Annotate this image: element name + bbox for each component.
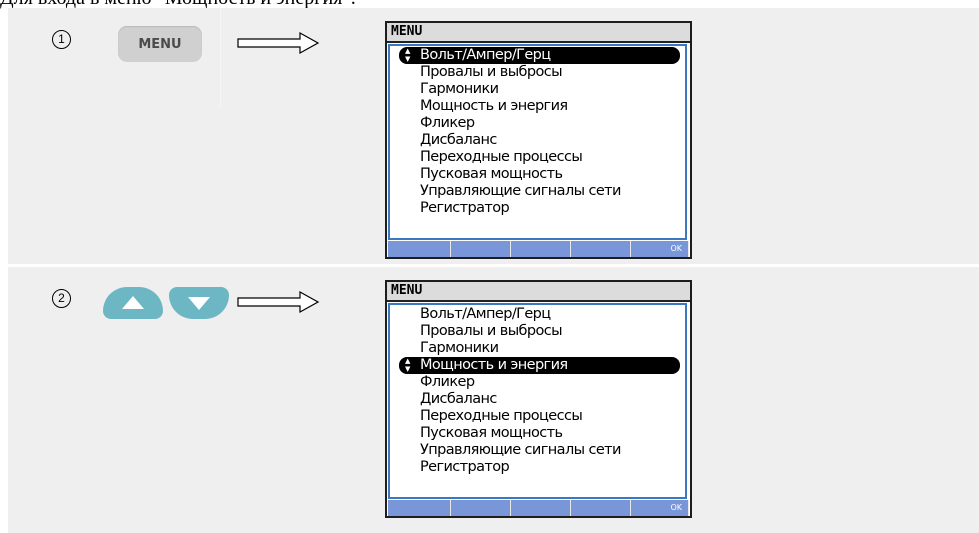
down-arrow-icon <box>188 297 210 310</box>
menu-item-label: Гармоники <box>420 340 499 356</box>
softkey-bar: OK <box>388 500 689 516</box>
menu-item[interactable]: Переходные процессы <box>420 149 682 166</box>
menu-item-label: Мощность и энергия <box>420 357 568 373</box>
menu-item[interactable]: Пусковая мощность <box>420 425 682 442</box>
page-heading: Для входа в меню "Мощность и энергия": <box>0 0 979 8</box>
step-2-panel: 2 MENU Вольт/Ампер/Герц Провалы и выбросы… <box>8 267 979 533</box>
updown-arrows-icon: ▼ <box>405 365 410 373</box>
down-arrow-key-button[interactable] <box>169 287 229 319</box>
menu-item-label: Провалы и выбросы <box>420 323 563 339</box>
menu-item-label: Управляющие сигналы сети <box>420 442 621 458</box>
menu-item-label: Мощность и энергия <box>420 98 568 114</box>
softkey-button[interactable] <box>511 500 571 516</box>
updown-arrows-icon: ▲ <box>405 47 410 55</box>
menu-item[interactable]: Провалы и выбросы <box>420 64 682 81</box>
menu-item[interactable]: Переходные процессы <box>420 408 682 425</box>
menu-item-label: Переходные процессы <box>420 408 583 424</box>
screen-title: MENU <box>387 282 690 302</box>
arrow-keys <box>103 287 229 319</box>
softkey-button[interactable] <box>571 500 631 516</box>
menu-item-label: Вольт/Ампер/Герц <box>420 306 551 322</box>
updown-arrows-icon: ▼ <box>405 55 410 63</box>
right-arrow-icon <box>237 290 320 314</box>
menu-item-label: Провалы и выбросы <box>420 64 563 80</box>
menu-list: Вольт/Ампер/Герц Провалы и выбросы Гармони… <box>388 303 687 499</box>
menu-item-label: Пусковая мощность <box>420 166 563 182</box>
menu-item-label: Дисбаланс <box>420 132 497 148</box>
softkey-button[interactable] <box>571 241 631 257</box>
menu-item[interactable]: Гармоники <box>420 340 682 357</box>
menu-item-label: Дисбаланс <box>420 391 497 407</box>
softkey-button[interactable] <box>511 241 571 257</box>
menu-item-label: Пусковая мощность <box>420 425 563 441</box>
softkey-ok-button[interactable]: OK <box>631 241 689 257</box>
menu-item[interactable]: Вольт/Ампер/Герц <box>420 306 682 323</box>
menu-item-label: Фликер <box>420 115 475 131</box>
updown-arrows-icon: ▲ <box>405 357 410 365</box>
menu-key-button[interactable]: MENU <box>118 26 202 62</box>
menu-item[interactable]: Дисбаланс <box>420 391 682 408</box>
softkey-bar: OK <box>388 241 689 257</box>
step-number-1: 1 <box>52 26 71 49</box>
menu-item[interactable]: Провалы и выбросы <box>420 323 682 340</box>
softkey-button[interactable] <box>388 241 451 257</box>
menu-item-label: Гармоники <box>420 81 499 97</box>
menu-item[interactable]: Пусковая мощность <box>420 166 682 183</box>
menu-screen: MENU ▲ ▼ Вольт/Ампер/Герц Провалы и выбросы… <box>385 21 692 259</box>
softkey-button[interactable] <box>451 241 511 257</box>
menu-item[interactable]: Управляющие сигналы сети <box>420 183 682 200</box>
menu-item[interactable]: Фликер <box>420 115 682 132</box>
menu-item-label: Управляющие сигналы сети <box>420 183 621 199</box>
menu-item[interactable]: Управляющие сигналы сети <box>420 442 682 459</box>
step-number-2: 2 <box>52 285 71 308</box>
softkey-button[interactable] <box>451 500 511 516</box>
menu-item[interactable]: Гармоники <box>420 81 682 98</box>
menu-item[interactable]: Мощность и энергия <box>420 98 682 115</box>
menu-item[interactable]: Фликер <box>420 374 682 391</box>
menu-screen: MENU Вольт/Ампер/Герц Провалы и выбросы Га… <box>385 280 692 518</box>
menu-item-label: Регистратор <box>420 200 510 216</box>
menu-item-selected[interactable]: ▲ ▼ Вольт/Ампер/Герц <box>399 47 680 64</box>
softkey-button[interactable] <box>388 500 451 516</box>
up-arrow-icon <box>122 296 144 309</box>
up-arrow-key-button[interactable] <box>103 287 163 319</box>
right-arrow-icon <box>237 31 320 55</box>
screen-title: MENU <box>387 23 690 43</box>
menu-item-label: Регистратор <box>420 459 510 475</box>
menu-item[interactable]: Регистратор <box>420 200 682 217</box>
step-1-panel: 1 MENU MENU ▲ ▼ Вольт/Ампер/Герц Провалы и … <box>8 8 979 264</box>
menu-item-label: Переходные процессы <box>420 149 583 165</box>
menu-list: ▲ ▼ Вольт/Ампер/Герц Провалы и выбросы Гармо… <box>388 44 687 240</box>
softkey-ok-button[interactable]: OK <box>631 500 689 516</box>
divider <box>220 8 221 108</box>
menu-item-label: Вольт/Ампер/Герц <box>420 47 551 63</box>
menu-item[interactable]: Дисбаланс <box>420 132 682 149</box>
menu-item-label: Фликер <box>420 374 475 390</box>
menu-item-selected[interactable]: ▲ ▼ Мощность и энергия <box>399 357 680 374</box>
menu-item[interactable]: Регистратор <box>420 459 682 476</box>
